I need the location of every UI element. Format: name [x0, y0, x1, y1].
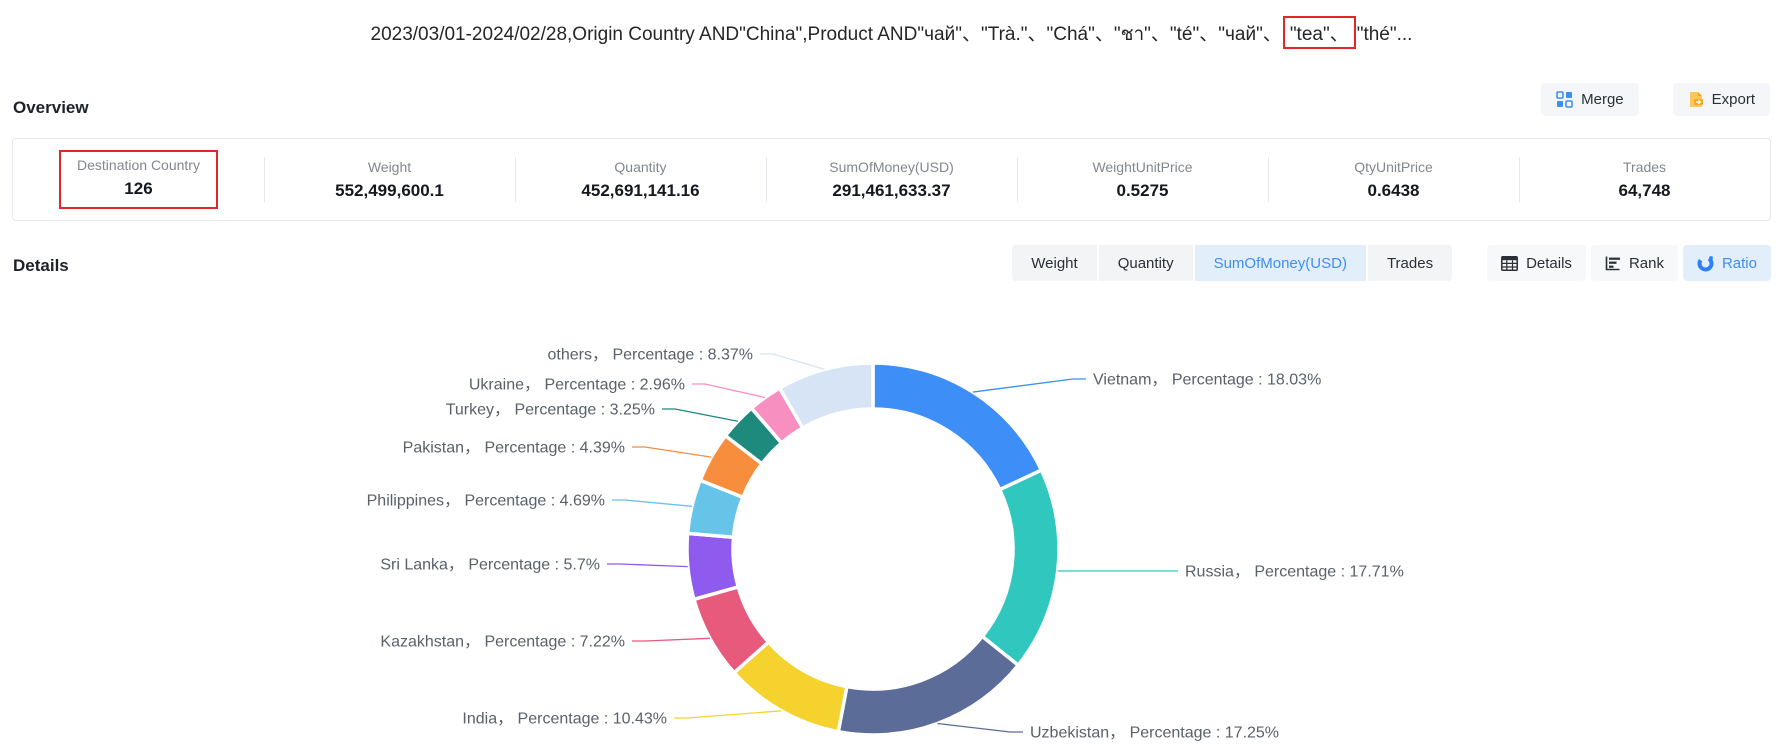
stat-sum-of-money: SumOfMoney(USD) 291,461,633.37: [766, 139, 1017, 220]
details-heading: Details: [13, 256, 69, 276]
annotation-box-tea: "tea"、: [1283, 16, 1356, 49]
stat-label: QtyUnitPrice: [1354, 159, 1433, 175]
tab-weight[interactable]: Weight: [1012, 245, 1096, 281]
merge-button-label: Merge: [1581, 91, 1624, 108]
label-line-turkey: [662, 409, 738, 421]
query-highlight-tea: "tea"、: [1290, 24, 1349, 45]
pie-slice-russia[interactable]: [982, 470, 1059, 665]
stat-qty-unit-price: QtyUnitPrice 0.6438: [1268, 139, 1519, 220]
export-button-label: Export: [1712, 91, 1755, 108]
pie-slice-sri-lanka[interactable]: [687, 533, 738, 599]
stat-trades: Trades 64,748: [1519, 139, 1770, 220]
stat-value: 452,691,141.16: [581, 181, 699, 201]
stat-label: Destination Country: [77, 157, 200, 173]
view-ratio-button[interactable]: Ratio: [1683, 245, 1771, 281]
tab-sum-of-money[interactable]: SumOfMoney(USD): [1195, 245, 1366, 281]
pie-slice-uzbekistan[interactable]: [838, 636, 1018, 735]
overview-actions: Merge Export: [1541, 83, 1770, 116]
pie-label-philippines: Philippines， Percentage : 4.69%: [367, 493, 605, 510]
pie-label-kazakhstan: Kazakhstan， Percentage : 7.22%: [380, 634, 625, 651]
view-rank-button[interactable]: Rank: [1591, 245, 1678, 281]
label-line-india: [674, 711, 781, 718]
measure-tab-group: Weight Quantity SumOfMoney(USD) Trades: [1012, 245, 1452, 281]
rank-bars-icon: [1605, 256, 1621, 271]
stat-value: 126: [124, 179, 152, 199]
stat-label: SumOfMoney(USD): [829, 159, 953, 175]
query-title-suffix: "thé"...: [1357, 24, 1413, 45]
stat-weight-unit-price: WeightUnitPrice 0.5275: [1017, 139, 1268, 220]
label-line-others: [760, 354, 825, 369]
table-icon: [1501, 256, 1518, 271]
stat-value: 552,499,600.1: [335, 181, 444, 201]
stat-weight: Weight 552,499,600.1: [264, 139, 515, 220]
overview-heading: Overview: [13, 98, 89, 118]
merge-button[interactable]: Merge: [1541, 83, 1639, 116]
view-rank-label: Rank: [1629, 255, 1664, 272]
pie-label-pakistan: Pakistan， Percentage : 4.39%: [403, 440, 625, 457]
tab-quantity[interactable]: Quantity: [1099, 245, 1193, 281]
label-line-uzbekistan: [937, 723, 1023, 732]
stat-value: 291,461,633.37: [832, 181, 950, 201]
label-line-sri-lanka: [607, 564, 688, 567]
pie-label-vietnam: Vietnam， Percentage : 18.03%: [1093, 372, 1321, 389]
stat-label: Quantity: [614, 159, 666, 175]
label-line-kazakhstan: [632, 638, 710, 641]
stat-destination-country: Destination Country 126: [13, 139, 264, 220]
tab-trades[interactable]: Trades: [1368, 245, 1452, 281]
page: Vietnam， Percentage : 18.03% Russia， Perc…: [0, 0, 1783, 752]
stat-label: Weight: [368, 159, 411, 175]
details-controls: Weight Quantity SumOfMoney(USD) Trades D…: [1012, 245, 1771, 281]
label-line-ukraine: [692, 384, 765, 397]
export-file-icon: [1688, 91, 1704, 108]
view-tab-group: Details Rank: [1487, 245, 1771, 281]
merge-icon: [1556, 91, 1573, 108]
stat-label: Trades: [1623, 159, 1666, 175]
label-line-pakistan: [632, 447, 711, 457]
label-line-philippines: [612, 500, 692, 506]
annotation-box-destination-country: Destination Country 126: [59, 150, 218, 209]
donut-icon: [1697, 255, 1714, 272]
stat-quantity: Quantity 452,691,141.16: [515, 139, 766, 220]
stat-label: WeightUnitPrice: [1092, 159, 1192, 175]
stat-value: 0.6438: [1368, 181, 1420, 201]
pie-label-ukraine: Ukraine， Percentage : 2.96%: [469, 377, 685, 394]
export-button[interactable]: Export: [1673, 83, 1770, 116]
stat-value: 64,748: [1619, 181, 1671, 201]
query-title: 2023/03/01-2024/02/28,Origin Country AND…: [0, 16, 1783, 49]
query-title-prefix: 2023/03/01-2024/02/28,Origin Country AND…: [371, 24, 1282, 45]
stat-value: 0.5275: [1117, 181, 1169, 201]
pie-label-sri-lanka: Sri Lanka， Percentage : 5.7%: [380, 557, 600, 574]
pie-label-uzbekistan: Uzbekistan， Percentage : 17.25%: [1030, 725, 1279, 742]
label-line-vietnam: [973, 379, 1086, 392]
pie-label-india: India， Percentage : 10.43%: [462, 711, 667, 728]
overview-stats-card: Destination Country 126 Weight 552,499,6…: [12, 138, 1771, 221]
ratio-donut-chart: Vietnam， Percentage : 18.03% Russia， Perc…: [0, 0, 1783, 752]
view-details-button[interactable]: Details: [1487, 245, 1586, 281]
view-details-label: Details: [1526, 255, 1572, 272]
pie-label-russia: Russia， Percentage : 17.71%: [1185, 564, 1404, 581]
pie-slice-vietnam[interactable]: [873, 363, 1041, 490]
pie-label-turkey: Turkey， Percentage : 3.25%: [446, 402, 655, 419]
view-ratio-label: Ratio: [1722, 255, 1757, 272]
pie-label-others: others， Percentage : 8.37%: [548, 347, 753, 364]
